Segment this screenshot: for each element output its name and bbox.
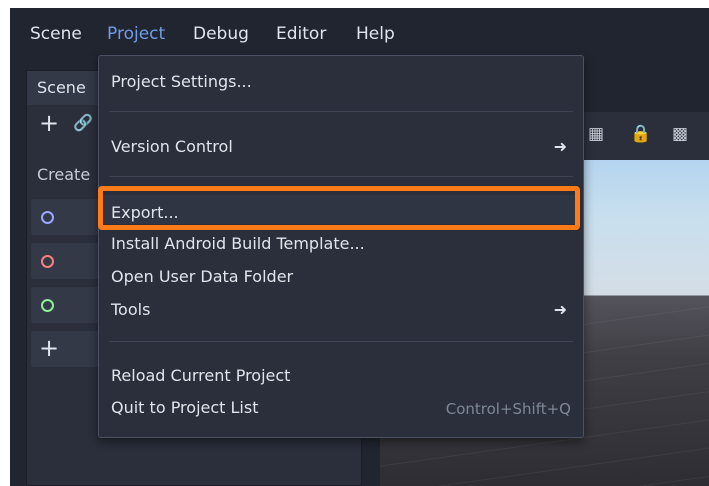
menu-help[interactable]: Help <box>356 22 395 46</box>
menu-separator <box>109 176 573 177</box>
lock-icon[interactable]: 🔒 <box>630 124 651 144</box>
menu-item-version-control[interactable]: Version Control <box>111 136 571 158</box>
menu-item-reload-project[interactable]: Reload Current Project <box>111 365 290 387</box>
menu-scene[interactable]: Scene <box>30 22 82 46</box>
export-highlight-box <box>98 186 580 230</box>
create-root-label: Create <box>37 165 91 184</box>
node2d-ring-icon <box>41 211 54 224</box>
quit-shortcut-label: Control+Shift+Q <box>445 400 571 418</box>
menu-item-install-android-template[interactable]: Install Android Build Template... <box>111 233 365 255</box>
version-control-label: Version Control <box>111 137 233 156</box>
submenu-arrow-icon: ➜ <box>553 300 567 319</box>
submenu-arrow-icon: ➜ <box>553 137 567 156</box>
menu-item-tools[interactable]: Tools <box>111 299 150 321</box>
menu-item-quit-to-project-list[interactable]: Quit to Project List <box>111 397 258 419</box>
menu-item-open-user-data[interactable]: Open User Data Folder <box>111 266 293 288</box>
menu-separator <box>109 111 573 112</box>
snap-icon[interactable]: ▦ <box>588 124 604 144</box>
menu-debug[interactable]: Debug <box>193 22 249 46</box>
menu-project[interactable]: Project <box>107 22 165 46</box>
plus-icon: + <box>39 334 60 362</box>
link-icon[interactable]: 🔗 <box>73 113 93 132</box>
menu-editor[interactable]: Editor <box>276 22 326 46</box>
project-menu-popup: Project Settings... Version Control ➜ Ex… <box>98 55 584 438</box>
menu-separator <box>109 341 573 342</box>
node3d-ring-icon <box>41 255 54 268</box>
menu-item-project-settings[interactable]: Project Settings... <box>111 71 252 93</box>
tab-scene[interactable]: Scene <box>27 71 105 105</box>
add-node-icon[interactable]: + <box>39 109 59 137</box>
group-icon[interactable]: ▩ <box>672 124 688 144</box>
control-ring-icon <box>41 299 54 312</box>
